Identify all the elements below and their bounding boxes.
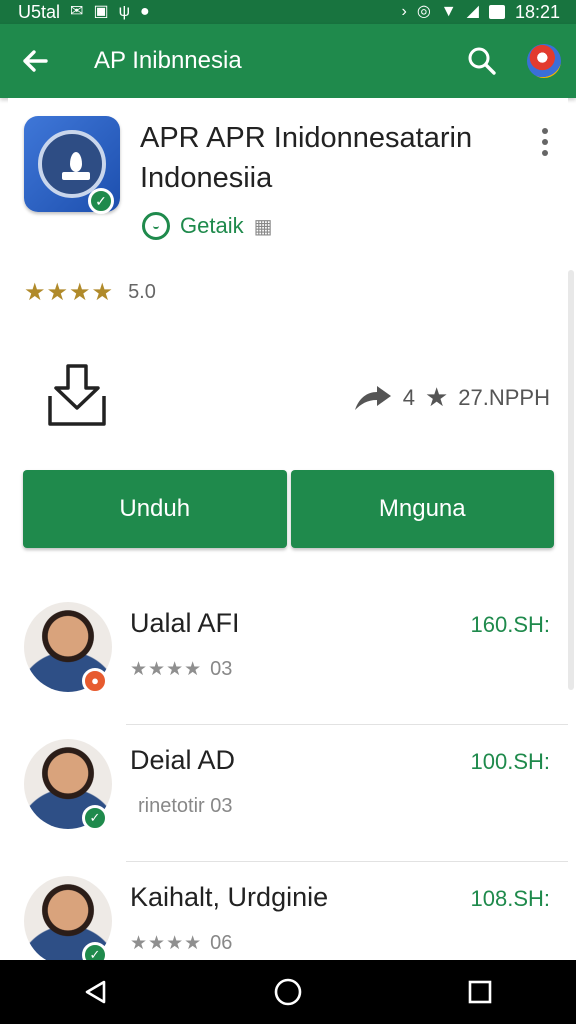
more-dot-icon [542, 150, 548, 156]
list-item[interactable]: ✓ Deial AD rinetotir 03 100.SH: [8, 725, 568, 862]
badge-icon: ● [82, 668, 108, 694]
download-icon[interactable] [46, 362, 108, 428]
item-subtitle: ★★★★ 03 [130, 658, 232, 681]
related-list: ● Ualal AFI ★★★★ 03 160.SH: ✓ Deial AD ri… [8, 588, 568, 999]
item-subtitle: ★★★★ 06 [130, 932, 232, 955]
square-recents-icon [468, 980, 492, 1004]
rating-stars: ★★★★ [24, 279, 115, 306]
base-icon [62, 172, 90, 180]
back-arrow-icon [23, 50, 48, 72]
nav-home-button[interactable] [258, 962, 318, 1022]
bluetooth-icon: › [401, 3, 407, 20]
search-button[interactable] [452, 24, 512, 98]
clipboard-icon: ▣ [93, 3, 109, 20]
nav-recents-button[interactable] [450, 962, 510, 1022]
more-options-button[interactable] [530, 124, 560, 160]
app-bar: AP Inibnnesia [0, 24, 576, 98]
mail-icon: ✉ [70, 3, 84, 20]
download-button[interactable]: Unduh [23, 470, 287, 548]
vibrate-icon: ◎ [416, 3, 431, 20]
item-value: 108.SH: [470, 886, 551, 911]
item-sub-text: rinetotir 03 [138, 795, 233, 817]
item-value: 160.SH: [470, 612, 551, 637]
circle-home-icon [274, 978, 302, 1006]
item-name: Deial AD [130, 745, 236, 775]
nav-back-button[interactable] [66, 962, 126, 1022]
item-subtitle: rinetotir 03 [130, 795, 233, 818]
antenna-icon: ψ [118, 3, 130, 20]
alert-icon: ● [139, 3, 150, 20]
item-sub-text: 03 [210, 658, 233, 680]
back-button[interactable] [0, 24, 70, 98]
check-icon: ✓ [82, 805, 108, 831]
battery-icon [488, 5, 505, 19]
status-right: › ◎ ▼ ◢ 18:21 [402, 2, 561, 23]
item-name: Kaihalt, Urdginie [130, 882, 329, 912]
stats-row: 4 ★ 27.NPPH [353, 382, 550, 413]
account-avatar [527, 44, 561, 78]
share-icon [354, 385, 391, 410]
status-left-text: U5tal [18, 1, 61, 22]
triangle-back-icon [85, 980, 106, 1004]
account-button[interactable] [512, 24, 576, 98]
drop-icon [70, 152, 82, 172]
app-bar-title: AP Inibnnesia [94, 47, 242, 74]
list-item[interactable]: ● Ualal AFI ★★★★ 03 160.SH: [8, 588, 568, 725]
use-button[interactable]: Mnguna [290, 470, 554, 548]
screen: U5tal ✉ ▣ ψ ● › ◎ ▼ ◢ 18:21 AP Inibnnesi… [0, 0, 576, 1024]
mini-stars: ★★★★ [130, 933, 203, 954]
item-name: Ualal AFI [130, 608, 240, 638]
verified-check-icon: ✓ [88, 188, 114, 214]
scrollbar[interactable] [568, 270, 574, 690]
rating-value: 5.0 [128, 281, 156, 303]
more-dot-icon [542, 128, 548, 134]
rating-row: ★★★★ 5.0 [24, 278, 156, 307]
status-bar: U5tal ✉ ▣ ψ ● › ◎ ▼ ◢ 18:21 [0, 0, 576, 24]
more-dot-icon [542, 139, 548, 145]
system-nav-bar [0, 960, 576, 1024]
developer-row[interactable]: Getaik ▦ [142, 212, 273, 240]
status-left: U5tal ✉ ▣ ψ ● [18, 2, 150, 23]
badge-icon: ▦ [253, 215, 273, 238]
item-sub-text: 06 [210, 932, 233, 954]
status-time: 18:21 [514, 1, 560, 22]
item-value: 100.SH: [470, 749, 551, 774]
action-buttons: Unduh Mnguna [23, 470, 554, 548]
star-icon: ★ [424, 382, 449, 412]
wifi-icon: ▼ [440, 3, 457, 20]
app-detail-sheet: ✓ APR APR Inidonnesatarin Indonesiia Get… [8, 98, 568, 968]
mini-stars: ★★★★ [130, 659, 203, 680]
app-name: APR APR Inidonnesatarin Indonesiia [140, 122, 473, 194]
search-icon [468, 47, 496, 75]
chat-icon [142, 212, 170, 240]
app-size: 27.NPPH [458, 384, 550, 410]
downloads-count: 4 [402, 384, 415, 410]
signal-icon: ◢ [466, 3, 479, 20]
developer-name: Getaik [180, 213, 244, 238]
